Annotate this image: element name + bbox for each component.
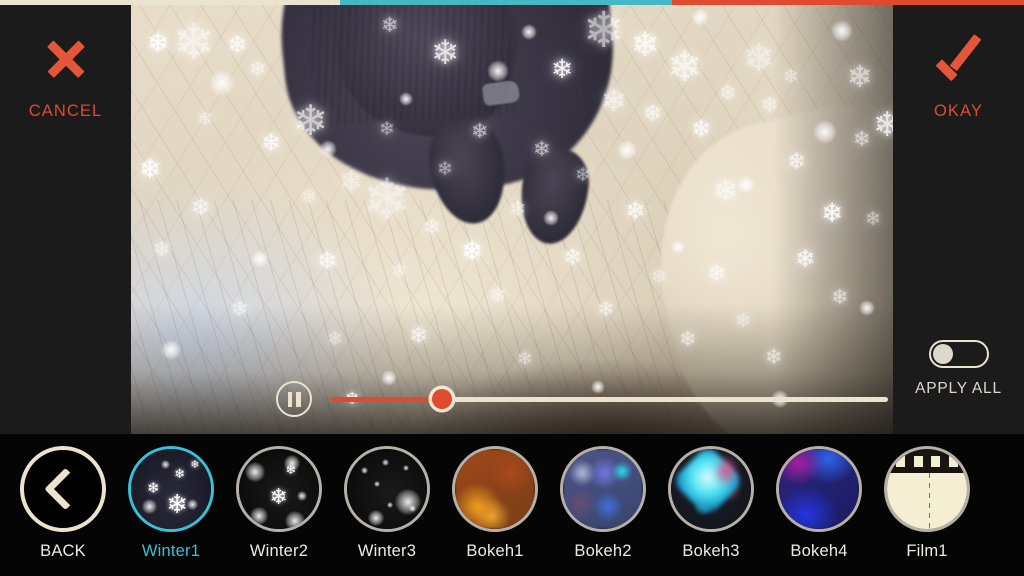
thumb-background [563,449,643,529]
filter-label: Bokeh3 [682,542,740,560]
snow-glow-dot [395,489,421,515]
snowflake: ❄ [174,465,186,481]
filter-label: Winter3 [357,542,417,560]
cancel-button[interactable]: CANCEL [0,0,131,434]
apply-all-control[interactable]: APPLY ALL [893,330,1024,434]
back-button[interactable]: BACK [9,440,117,570]
filter-carousel[interactable]: BACK ❄❄❄❄Winter1❄❄Winter2Winter3Bokeh1Bo… [0,434,1024,576]
top-strip-segment-beige [0,0,340,5]
filter-label: Winter2 [249,542,309,560]
snowflake: ❄ [190,459,200,472]
snow-glow-dot [142,498,158,514]
video-effect-editor-screen: ❄ ❄ ❄ ❄ ❄ ❄ ❄ ❄ ❄ ❄ ❄ ❄ ❄ ❄ ❄ ❄ ❄ ❄ ❄ ❄ ❄ ❄ ❄ ❄ ❄ ❄ ❄ ❄ ❄ ❄ ❄ ❄ ❄ ❄ ❄ ❄ ❄ ❄ ❄ ❄… [0,0,1024,576]
filter-label: Film1 [906,542,948,560]
pause-bar-left [287,391,292,407]
filter-item-film1[interactable]: Film1 [873,440,981,570]
snow-glow-dot [296,490,307,501]
filter-thumbnail [668,446,754,532]
snow-glow-dot [403,465,409,471]
snow-glow-dot [250,506,269,525]
apply-all-label: APPLY ALL [915,380,1002,397]
filter-item-bokeh1[interactable]: Bokeh1 [441,440,549,570]
filter-thumbnail [560,446,646,532]
filter-item-bokeh3[interactable]: Bokeh3 [657,440,765,570]
playback-controls: 00:01 / 00:06 [262,364,893,434]
filter-item-winter3[interactable]: Winter3 [333,440,441,570]
bokeh-highlight [712,453,739,488]
snow-glow-dot [387,501,393,508]
okay-button-label: OKAY [933,102,984,120]
dog-fur-texture [306,0,516,127]
progress-thumb[interactable] [431,389,452,409]
film-sprockets [887,449,967,473]
filter-thumbnail: ❄❄ [236,446,322,532]
thumb-background [887,449,967,529]
snowflake: ❄ [166,488,188,519]
check-icon [930,30,988,88]
thumb-background [779,449,859,529]
top-strip-segment-teal [339,0,672,5]
snow-glow-dot [367,509,384,526]
snow-glow-dot [187,498,198,510]
snowflake: ❄ [147,480,160,497]
pause-bar-right [296,391,301,407]
filter-item-winter2[interactable]: ❄❄ Winter2 [225,440,333,570]
filter-item-winter1[interactable]: ❄ ❄ ❄ ❄ Winter1 [117,440,225,570]
filter-label: Bokeh4 [790,542,848,560]
video-preview[interactable]: ❄ ❄ ❄ ❄ ❄ ❄ ❄ ❄ ❄ ❄ ❄ ❄ ❄ ❄ ❄ ❄ ❄ ❄ ❄ ❄ ❄ ❄ ❄ ❄ ❄ ❄ ❄ ❄ ❄ ❄ ❄ ❄ ❄ ❄ ❄ ❄ ❄ ❄ ❄ ❄… [131,0,893,434]
thumb-background [455,449,535,529]
snowflake: ❄ [269,483,288,509]
filter-thumbnail [776,446,862,532]
filter-label: Bokeh1 [466,542,524,560]
filter-thumbnail [452,446,538,532]
filter-label: Winter1 [141,542,201,560]
chevron-left-icon [20,446,106,532]
apply-all-toggle-knob [932,344,953,364]
back-button-label: BACK [40,542,86,560]
close-x-icon [37,30,95,88]
filter-label: Bokeh2 [574,542,632,560]
progress-scrubber[interactable] [330,389,888,409]
top-strip-segment-red [671,0,1024,5]
editor-region: ❄ ❄ ❄ ❄ ❄ ❄ ❄ ❄ ❄ ❄ ❄ ❄ ❄ ❄ ❄ ❄ ❄ ❄ ❄ ❄ ❄ ❄ ❄ ❄ ❄ ❄ ❄ ❄ ❄ ❄ ❄ ❄ ❄ ❄ ❄ ❄ ❄ ❄ ❄ ❄… [0,0,1024,434]
filter-thumbnail: ❄ ❄ ❄ ❄ [128,446,214,532]
snow-glow-dot [382,458,390,466]
filter-item-bokeh2[interactable]: Bokeh2 [549,440,657,570]
apply-all-toggle[interactable] [928,340,989,368]
filter-thumbnail [884,446,970,532]
filter-item-bokeh4[interactable]: Bokeh4 [765,440,873,570]
pause-button[interactable] [276,381,312,417]
film-center-line [928,473,931,529]
cancel-button-label: CANCEL [28,102,103,120]
snow-glow-dot [361,466,369,474]
top-color-strip [0,0,1024,5]
progress-fill [330,396,442,402]
filter-thumbnail [344,446,430,532]
